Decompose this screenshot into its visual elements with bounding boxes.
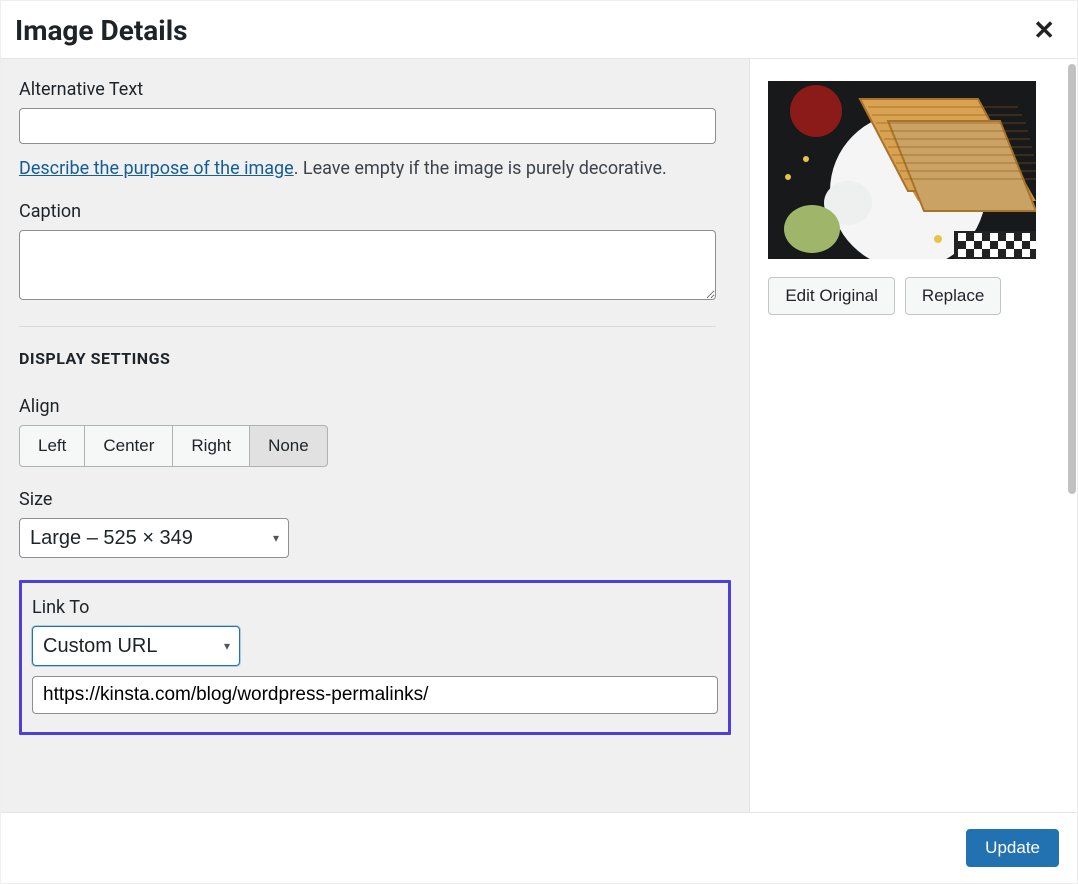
alt-text-label: Alternative Text <box>19 79 731 100</box>
link-to-select[interactable]: Custom URL <box>32 626 240 666</box>
caption-label: Caption <box>19 201 731 222</box>
link-url-input[interactable] <box>32 676 718 714</box>
describe-image-link[interactable]: Describe the purpose of the image <box>19 158 294 179</box>
link-to-label: Link To <box>32 597 718 618</box>
size-select[interactable]: Large – 525 × 349 <box>19 518 289 558</box>
preview-button-row: Edit Original Replace <box>768 277 1059 315</box>
caption-input[interactable] <box>19 230 716 300</box>
alt-text-input[interactable] <box>19 108 716 144</box>
link-to-highlight-box: Link To Custom URL ▾ <box>19 580 731 735</box>
align-center-button[interactable]: Center <box>84 425 173 467</box>
divider <box>19 326 716 327</box>
close-icon: ✕ <box>1033 15 1055 45</box>
settings-panel: Alternative Text Describe the purpose of… <box>1 59 749 812</box>
edit-original-button[interactable]: Edit Original <box>768 277 895 315</box>
scrollbar-thumb[interactable] <box>1068 64 1076 494</box>
alt-text-hint-suffix: . Leave empty if the image is purely dec… <box>294 158 667 179</box>
update-button[interactable]: Update <box>966 829 1059 867</box>
image-details-dialog: Image Details ✕ Alternative Text Describ… <box>0 0 1078 884</box>
replace-button[interactable]: Replace <box>905 277 1001 315</box>
dialog-title: Image Details <box>15 14 187 47</box>
align-label: Align <box>19 396 731 417</box>
alt-text-hint: Describe the purpose of the image. Leave… <box>19 158 731 179</box>
scrollbar[interactable] <box>1067 64 1077 803</box>
align-left-button[interactable]: Left <box>19 425 85 467</box>
align-none-button[interactable]: None <box>249 425 328 467</box>
dialog-body: Alternative Text Describe the purpose of… <box>1 59 1077 812</box>
caption-group: Caption <box>19 201 731 304</box>
size-group: Size Large – 525 × 349 ▾ <box>19 489 731 558</box>
align-group: Align Left Center Right None <box>19 396 731 467</box>
close-button[interactable]: ✕ <box>1025 11 1063 50</box>
size-select-wrap: Large – 525 × 349 ▾ <box>19 518 289 558</box>
align-right-button[interactable]: Right <box>172 425 250 467</box>
link-to-select-wrap: Custom URL ▾ <box>32 626 240 666</box>
align-button-group: Left Center Right None <box>19 425 328 467</box>
alt-text-group: Alternative Text Describe the purpose of… <box>19 79 731 179</box>
dialog-header: Image Details ✕ <box>1 1 1077 59</box>
preview-panel: Edit Original Replace <box>749 59 1077 812</box>
display-settings-heading: DISPLAY SETTINGS <box>19 349 731 368</box>
image-thumbnail <box>768 81 1036 259</box>
size-label: Size <box>19 489 731 510</box>
dialog-footer: Update <box>1 812 1077 883</box>
